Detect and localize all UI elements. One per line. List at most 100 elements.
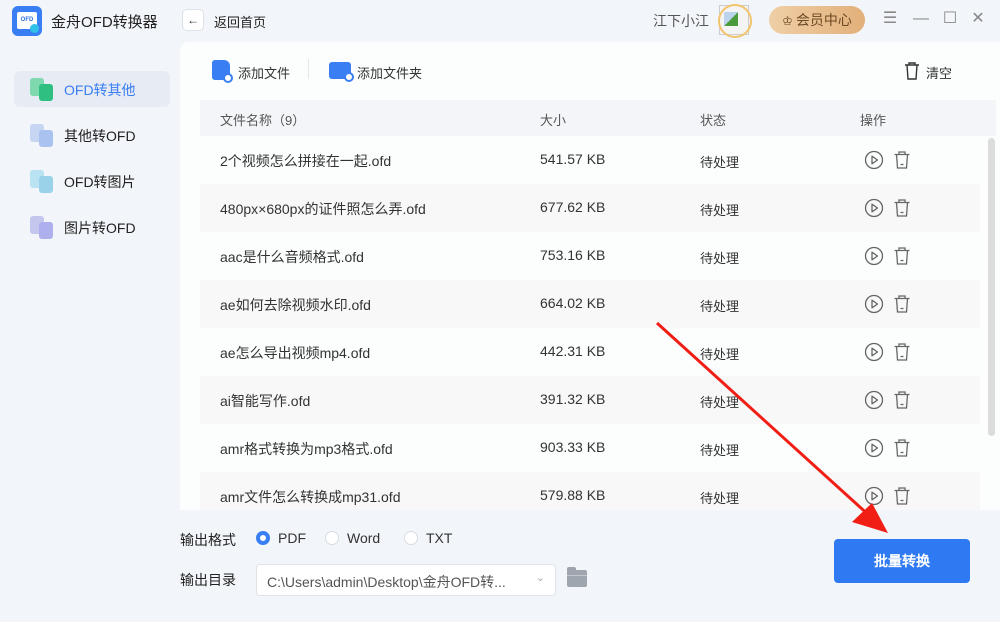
delete-trash-icon[interactable] (892, 246, 912, 266)
radio-label: TXT (426, 530, 453, 546)
convert-play-icon[interactable] (864, 198, 884, 218)
file-size: 753.16 KB (540, 247, 606, 263)
other-to-ofd-icon (30, 124, 54, 148)
sidebar-item-label: 其他转OFD (64, 128, 136, 144)
file-table: 文件名称（9） 大小 状态 操作 2个视频怎么拼接在一起.ofd 541.57 K… (200, 100, 996, 510)
delete-trash-icon[interactable] (892, 390, 912, 410)
avatar[interactable] (718, 4, 752, 38)
radio-dot (325, 531, 339, 545)
sidebar-item-ofd-to-image[interactable]: OFD转图片 (14, 163, 170, 199)
delete-trash-icon[interactable] (892, 438, 912, 458)
add-file-label: 添加文件 (238, 66, 291, 81)
arrow-left-icon: ← (187, 13, 199, 27)
sidebar-item-other-to-ofd[interactable]: 其他转OFD (14, 117, 170, 153)
table-row: ae如何去除视频水印.ofd 664.02 KB 待处理 (200, 280, 980, 328)
table-body: 2个视频怎么拼接在一起.ofd 541.57 KB 待处理 480px×680px的证… (200, 136, 980, 510)
output-format-label: 输出格式 (180, 532, 236, 548)
table-row: ae怎么导出视频mp4.ofd 442.31 KB 待处理 (200, 328, 980, 376)
convert-play-icon[interactable] (864, 438, 884, 458)
app-logo: OFD (12, 6, 42, 36)
file-status: 待处理 (700, 347, 740, 362)
file-size: 664.02 KB (540, 295, 606, 311)
radio-dot (256, 531, 270, 545)
radio-dot (404, 531, 418, 545)
header-name: 文件名称（9） (220, 113, 306, 128)
sidebar-item-label: OFD转图片 (64, 174, 136, 190)
header-status: 状态 (700, 113, 727, 128)
add-file-icon (212, 60, 233, 83)
convert-badge-icon (30, 24, 39, 33)
title-bar: OFD 金舟OFD转换器 ← 返回首页 江下小江 ♔ 会员中心 ☰ — ☐ ✕ (0, 0, 1000, 42)
open-folder-icon[interactable] (567, 567, 587, 587)
broken-image-icon (724, 12, 738, 26)
header-size: 大小 (540, 113, 567, 128)
maximize-icon[interactable]: ☐ (939, 8, 961, 30)
add-folder-label: 添加文件夹 (357, 66, 423, 81)
vip-center-label: 会员中心 (795, 12, 852, 28)
close-icon[interactable]: ✕ (967, 8, 989, 30)
menu-icon[interactable]: ☰ (879, 8, 901, 30)
ofd-to-other-icon (30, 78, 54, 102)
file-name: amr文件怎么转换成mp31.ofd (220, 489, 401, 505)
file-status: 待处理 (700, 155, 740, 170)
file-status: 待处理 (700, 395, 740, 410)
file-name: 2个视频怎么拼接在一起.ofd (220, 153, 392, 169)
file-name: ai智能写作.ofd (220, 393, 311, 409)
sidebar-item-label: 图片转OFD (64, 220, 136, 236)
convert-play-icon[interactable] (864, 294, 884, 314)
file-name: 480px×680px的证件照怎么弄.ofd (220, 201, 426, 217)
delete-trash-icon[interactable] (892, 342, 912, 362)
table-row: aac是什么音频格式.ofd 753.16 KB 待处理 (200, 232, 980, 280)
table-row: ai智能写作.ofd 391.32 KB 待处理 (200, 376, 980, 424)
file-status: 待处理 (700, 251, 740, 266)
file-size: 391.32 KB (540, 391, 606, 407)
toolbar-divider (308, 59, 309, 79)
file-panel: 添加文件 添加文件夹 清空 文件名称（9） 大小 状态 操作 2个视频怎么拼接在… (180, 42, 1000, 510)
sidebar-item-ofd-to-other[interactable]: OFD转其他 (14, 71, 170, 107)
file-name: ae如何去除视频水印.ofd (220, 297, 371, 313)
convert-play-icon[interactable] (864, 342, 884, 362)
output-dir-select[interactable]: C:\Users\admin\Desktop\金舟OFD转... ⌄ (256, 564, 556, 596)
file-name: ae怎么导出视频mp4.ofd (220, 345, 371, 361)
delete-trash-icon[interactable] (892, 198, 912, 218)
minimize-icon[interactable]: — (910, 8, 932, 30)
table-row: 2个视频怎么拼接在一起.ofd 541.57 KB 待处理 (200, 136, 980, 184)
file-status: 待处理 (700, 443, 740, 458)
trash-icon (905, 62, 919, 80)
add-folder-icon (329, 62, 354, 82)
scrollbar[interactable] (988, 138, 995, 436)
batch-convert-button[interactable]: 批量转换 (834, 539, 970, 583)
convert-play-icon[interactable] (864, 486, 884, 506)
delete-trash-icon[interactable] (892, 486, 912, 506)
sidebar-item-label: OFD转其他 (64, 82, 136, 98)
crown-icon: ♔ (782, 14, 793, 28)
vip-center-button[interactable]: ♔ 会员中心 (769, 6, 865, 34)
convert-play-icon[interactable] (864, 150, 884, 170)
file-size: 442.31 KB (540, 343, 606, 359)
file-name: aac是什么音频格式.ofd (220, 249, 364, 265)
sidebar-item-image-to-ofd[interactable]: 图片转OFD (14, 209, 170, 245)
radio-label: PDF (278, 530, 306, 546)
file-size: 541.57 KB (540, 151, 606, 167)
app-title: 金舟OFD转换器 (51, 14, 158, 31)
file-size: 579.88 KB (540, 487, 606, 503)
image-to-ofd-icon (30, 216, 54, 240)
file-status: 待处理 (700, 491, 740, 506)
header-actions: 操作 (860, 113, 887, 128)
output-dir-value: C:\Users\admin\Desktop\金舟OFD转... (267, 574, 506, 590)
clear-label: 清空 (926, 66, 953, 81)
back-button[interactable]: ← (182, 9, 204, 31)
delete-trash-icon[interactable] (892, 294, 912, 314)
convert-play-icon[interactable] (864, 390, 884, 410)
ofd-to-image-icon (30, 170, 54, 194)
sidebar: OFD转其他 其他转OFD OFD转图片 图片转OFD (0, 42, 180, 622)
username[interactable]: 江下小江 (653, 11, 709, 31)
convert-play-icon[interactable] (864, 246, 884, 266)
back-home-link[interactable]: 返回首页 (214, 12, 266, 31)
file-status: 待处理 (700, 203, 740, 218)
radio-label: Word (347, 530, 381, 546)
table-row: amr格式转换为mp3格式.ofd 903.33 KB 待处理 (200, 424, 980, 472)
table-header: 文件名称（9） 大小 状态 操作 (200, 100, 996, 136)
delete-trash-icon[interactable] (892, 150, 912, 170)
file-size: 903.33 KB (540, 439, 606, 455)
